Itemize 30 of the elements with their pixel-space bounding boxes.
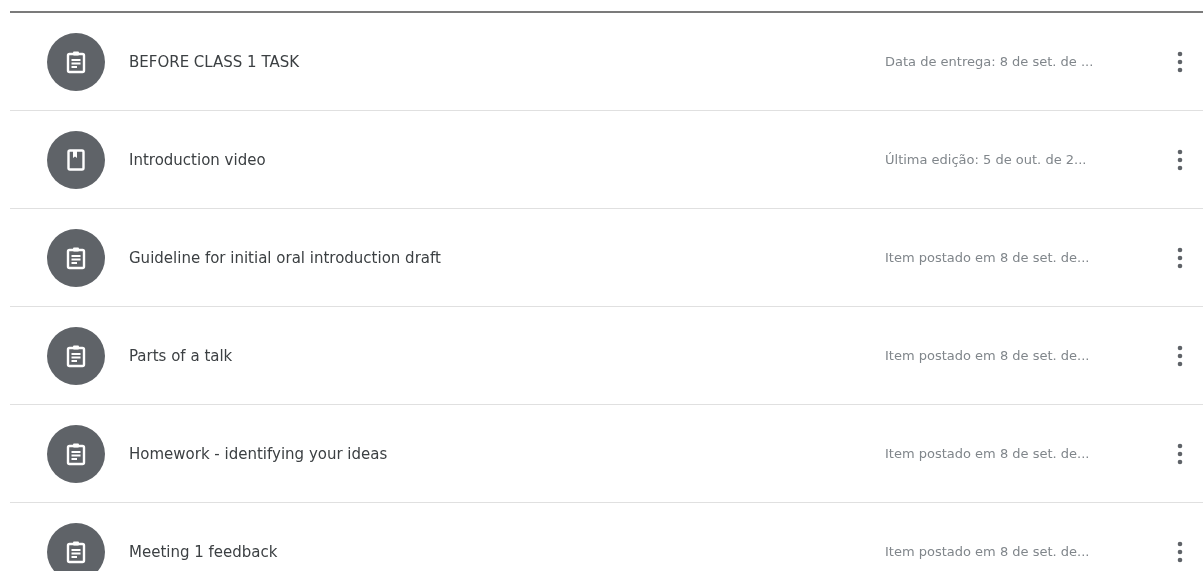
item-date: Item postado em 8 de set. de... (885, 446, 1091, 461)
more-options-icon[interactable] (1175, 50, 1185, 73)
more-options-icon[interactable] (1175, 344, 1185, 367)
item-date: Item postado em 8 de set. de... (885, 348, 1091, 363)
more-options-icon[interactable] (1175, 540, 1185, 563)
more-options-icon[interactable] (1175, 442, 1185, 465)
item-title: Parts of a talk (129, 346, 234, 365)
item-title: Introduction video (129, 150, 267, 169)
item-date: Item postado em 8 de set. de... (885, 250, 1091, 265)
clipboard-icon (47, 522, 105, 571)
list-item[interactable]: BEFORE CLASS 1 TASK Data de entrega: 8 de set. de ... (10, 13, 1203, 111)
item-date: Última edição: 5 de out. de 2... (885, 152, 1088, 167)
clipboard-icon (47, 228, 105, 287)
list-item[interactable]: Homework - identifying your ideas Item postado em 8 de set. de... (10, 405, 1203, 503)
list-item[interactable]: Introduction video Última edição: 5 de out. de 2... (10, 111, 1203, 209)
item-title: Meeting 1 feedback (129, 542, 279, 561)
list-item[interactable]: Guideline for initial oral introduction draft Item postado em 8 de set. de... (10, 209, 1203, 307)
item-title: Guideline for initial oral introduction draft (129, 248, 442, 267)
list-item[interactable]: Meeting 1 feedback Item postado em 8 de set. de... (10, 503, 1203, 571)
more-options-icon[interactable] (1175, 246, 1185, 269)
list-item[interactable]: Parts of a talk Item postado em 8 de set. de... (10, 307, 1203, 405)
item-title: Homework - identifying your ideas (129, 444, 389, 463)
clipboard-icon (47, 326, 105, 385)
bookmark-icon (47, 130, 105, 189)
item-date: Data de entrega: 8 de set. de ... (885, 54, 1095, 69)
clipboard-icon (47, 424, 105, 483)
more-options-icon[interactable] (1175, 148, 1185, 171)
item-title: BEFORE CLASS 1 TASK (129, 52, 301, 71)
item-date: Item postado em 8 de set. de... (885, 544, 1091, 559)
clipboard-icon (47, 32, 105, 91)
